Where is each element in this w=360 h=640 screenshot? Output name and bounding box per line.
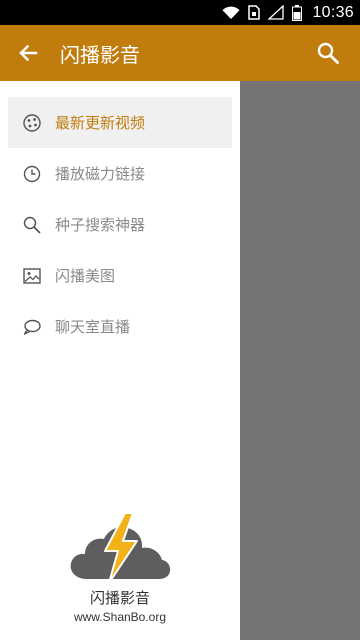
drawer-item-label: 闪播美图 — [55, 267, 116, 285]
drawer-item-play-magnet[interactable]: 播放磁力链接 — [8, 148, 232, 199]
drawer-item-label: 播放磁力链接 — [55, 165, 146, 183]
search-icon — [22, 215, 42, 235]
brand-logo: 闪播影音 www.ShanBo.org — [0, 511, 240, 631]
arrow-left-icon — [19, 44, 38, 62]
back-button[interactable] — [0, 25, 56, 81]
clock-icon — [22, 164, 42, 184]
film-reel-icon — [22, 113, 42, 133]
navigation-drawer: 最新更新视频 播放磁力链接 种子搜索神器 闪播美图 聊天室直播 闪播影音 www… — [0, 81, 240, 640]
drawer-scrim[interactable] — [240, 81, 360, 640]
drawer-item-gallery[interactable]: 闪播美图 — [8, 250, 232, 301]
image-icon — [22, 266, 42, 286]
signal-icon — [268, 0, 285, 25]
chat-bubble-icon — [22, 317, 42, 337]
cloud-lightning-logo — [70, 512, 171, 584]
search-button[interactable] — [304, 25, 352, 81]
drawer-item-label: 聊天室直播 — [55, 318, 131, 336]
status-time: 10:36 — [312, 3, 354, 21]
sim-card-icon — [248, 0, 261, 25]
brand-name: 闪播影音 — [89, 589, 150, 607]
wifi-icon — [222, 0, 240, 25]
battery-icon — [292, 0, 303, 25]
status-bar: 10:36 — [0, 0, 360, 25]
drawer-menu: 最新更新视频 播放磁力链接 种子搜索神器 闪播美图 聊天室直播 — [8, 97, 232, 352]
search-icon — [317, 42, 339, 64]
drawer-item-torrent-search[interactable]: 种子搜索神器 — [8, 199, 232, 250]
drawer-item-label: 种子搜索神器 — [55, 216, 146, 234]
drawer-item-latest-videos[interactable]: 最新更新视频 — [8, 97, 232, 148]
app-title: 闪播影音 — [60, 42, 140, 67]
brand-url: www.ShanBo.org — [73, 610, 167, 624]
app-bar: 闪播影音 — [0, 25, 360, 81]
drawer-item-label: 最新更新视频 — [55, 114, 146, 132]
drawer-item-chat-live[interactable]: 聊天室直播 — [8, 301, 232, 352]
